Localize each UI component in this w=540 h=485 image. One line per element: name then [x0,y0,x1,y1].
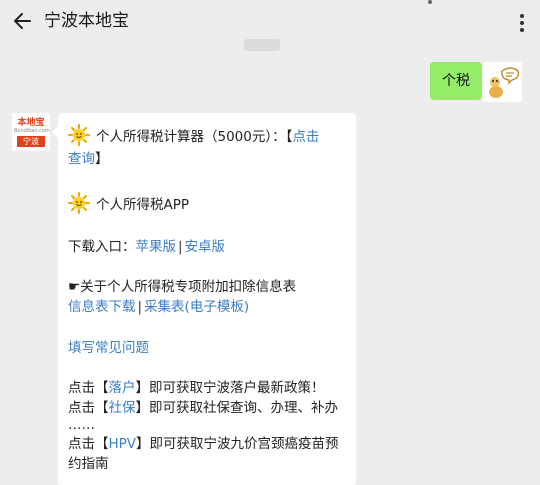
info-download-link[interactable]: 信息表下载 [68,299,136,315]
logo-name: 本地宝 [17,118,45,128]
info-heading: ☛关于个人所得税专项附加扣除信息表 [68,279,297,295]
download-label: 下载入口： [68,239,136,255]
settle-link[interactable]: 落户 [109,380,136,396]
calculator-prefix: 个人所得税计算器（5000元）：【 [96,129,293,145]
separator: | [178,239,183,255]
download-line: 下载入口：苹果版 | 安卓版 [68,237,225,257]
promo-prefix: 点击【 [68,380,109,396]
promo-suffix: 】即可获取宁波九价宫颈癌疫苗预 [136,436,339,452]
collect-form-link[interactable]: 采集表(电子模板) [144,299,249,315]
android-link[interactable]: 安卓版 [185,239,226,255]
top-bar: 宁波本地宝 [0,0,540,42]
promo-prefix: 点击【 [68,400,109,416]
incoming-message: 个人所得税计算器（5000元）：【点击 查询】 个人所得税APP 下载入口：苹果… [52,113,356,485]
promo-hpv-cont: 约指南 [68,456,109,472]
promo-social-line: 点击【社保】即可获取社保查询、办理、补办 [68,398,338,418]
faq-link[interactable]: 填写常见问题 [68,338,149,358]
promo-suffix: 】即可获取宁波落户最新政策！ [135,380,325,396]
hpv-link[interactable]: HPV [109,436,137,452]
user-avatar[interactable] [482,62,522,102]
promo-suffix: 】即可获取社保查询、办理、补办 [135,400,339,416]
back-arrow-icon[interactable] [12,10,34,32]
user-avatar-icon [482,62,522,102]
sun-emoji-icon [68,124,90,146]
promo-hpv-line: 点击【HPV】即可获取宁波九价宫颈癌疫苗预 [68,434,339,454]
calculator-suffix: 】 [95,151,109,167]
social-insurance-link[interactable]: 社保 [109,400,136,416]
sun-emoji-icon [68,192,90,214]
account-avatar[interactable]: 本地宝 Bendibao.com 宁波 [12,113,50,151]
logo-city: 宁波 [17,136,45,147]
calculator-line-cont: 查询】 [68,149,109,169]
promo-prefix: 点击【 [68,436,109,452]
apple-link[interactable]: 苹果版 [136,239,177,255]
promo-settle-line: 点击【落户】即可获取宁波落户最新政策！ [68,378,325,398]
calculator-link-a[interactable]: 点击 [292,129,319,145]
logo-domain: Bendibao.com [14,128,50,134]
timestamp-placeholder [244,39,280,51]
status-dot [428,0,432,4]
separator: | [137,299,143,315]
calculator-link-b[interactable]: 查询 [68,151,95,167]
info-links-line: 信息表下载 | 采集表(电子模板) [68,297,249,317]
ellipsis: …… [68,417,95,433]
outgoing-message[interactable]: 个税 [430,62,488,100]
more-dots-icon[interactable] [514,12,530,34]
tax-app-line: 个人所得税APP [68,192,189,215]
tax-app-label: 个人所得税APP [96,197,190,213]
calculator-line: 个人所得税计算器（5000元）：【点击 [68,124,319,147]
chat-title: 宁波本地宝 [44,11,129,31]
